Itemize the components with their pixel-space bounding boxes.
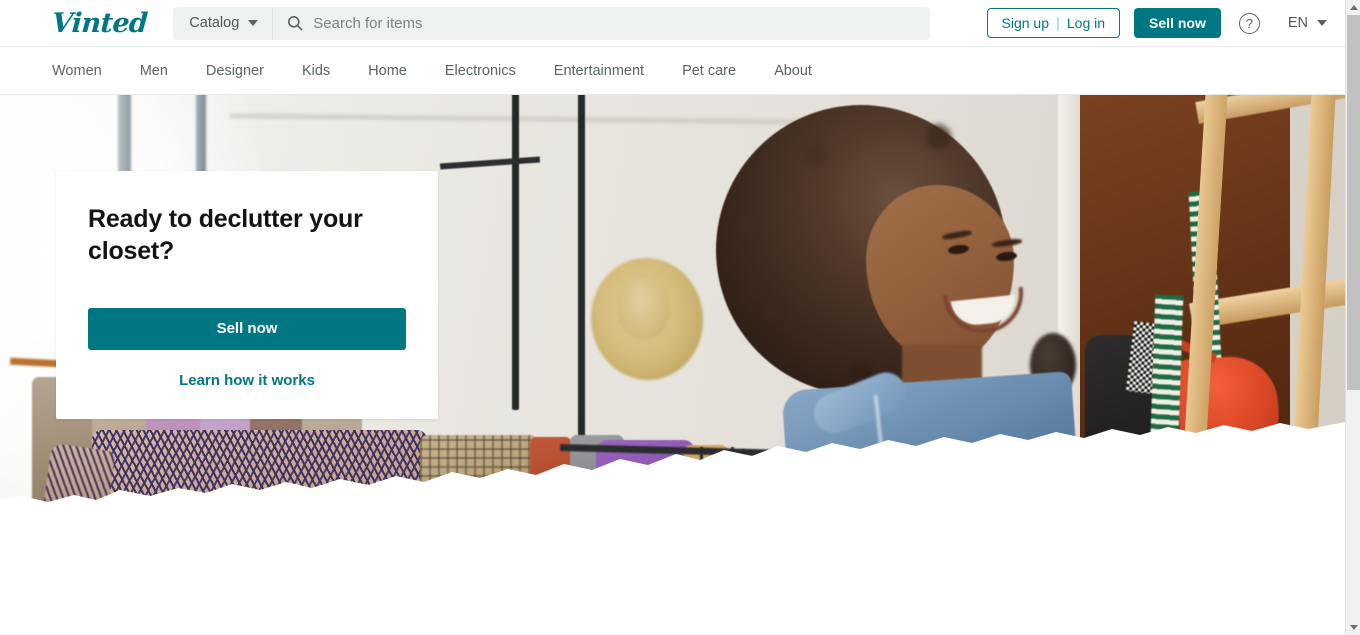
header-actions: Sign up | Log in Sell now ? EN xyxy=(986,8,1327,38)
chevron-down-icon xyxy=(248,20,259,26)
hero-title: Ready to declutter your closet? xyxy=(88,205,363,266)
header-sell-now-button[interactable]: Sell now xyxy=(1134,8,1221,38)
scroll-up-arrow-icon[interactable] xyxy=(1346,0,1360,15)
hero-banner: Ready to declutter your closet? Sell now… xyxy=(0,95,1345,516)
nav-item-pet-care[interactable]: Pet care xyxy=(682,63,736,79)
nav-item-home[interactable]: Home xyxy=(368,63,407,79)
search-icon xyxy=(288,16,303,31)
nav-item-entertainment[interactable]: Entertainment xyxy=(554,63,644,79)
hero-cta-card: Ready to declutter your closet? Sell now… xyxy=(56,171,438,419)
hero-sell-now-button[interactable]: Sell now xyxy=(88,307,406,350)
nav-item-men[interactable]: Men xyxy=(140,63,168,79)
catalog-label: Catalog xyxy=(189,15,240,31)
chevron-down-icon xyxy=(1317,20,1327,26)
vinted-logo[interactable]: Vinted xyxy=(51,8,148,39)
language-label: EN xyxy=(1287,15,1308,31)
nav-item-about[interactable]: About xyxy=(774,63,812,79)
search-bar: Catalog xyxy=(173,6,931,40)
search-field[interactable] xyxy=(273,7,930,40)
vertical-scrollbar[interactable] xyxy=(1345,0,1360,635)
nav-item-designer[interactable]: Designer xyxy=(206,63,264,79)
search-input[interactable] xyxy=(313,8,905,38)
scroll-down-arrow-icon[interactable] xyxy=(1346,620,1360,635)
help-icon[interactable]: ? xyxy=(1238,12,1260,34)
signup-login-button[interactable]: Sign up | Log in xyxy=(986,8,1121,38)
nav-item-kids[interactable]: Kids xyxy=(302,63,330,79)
category-nav: Women Men Designer Kids Home Electronics… xyxy=(0,47,1345,95)
site-header: Vinted Catalog Sign up | Log in Sell now xyxy=(0,0,1345,47)
catalog-dropdown[interactable]: Catalog xyxy=(173,6,274,40)
signup-label: Sign up xyxy=(1001,15,1049,31)
nav-item-electronics[interactable]: Electronics xyxy=(445,63,516,79)
page-root: Vinted Catalog Sign up | Log in Sell now xyxy=(0,0,1360,635)
scrollbar-thumb[interactable] xyxy=(1347,15,1360,390)
learn-how-it-works-link[interactable]: Learn how it works xyxy=(88,372,406,389)
nav-item-women[interactable]: Women xyxy=(52,63,102,79)
login-label: Log in xyxy=(1066,15,1106,31)
language-selector[interactable]: EN xyxy=(1288,15,1327,31)
auth-separator: | xyxy=(1055,14,1060,32)
page-content-below-hero xyxy=(0,516,1345,635)
